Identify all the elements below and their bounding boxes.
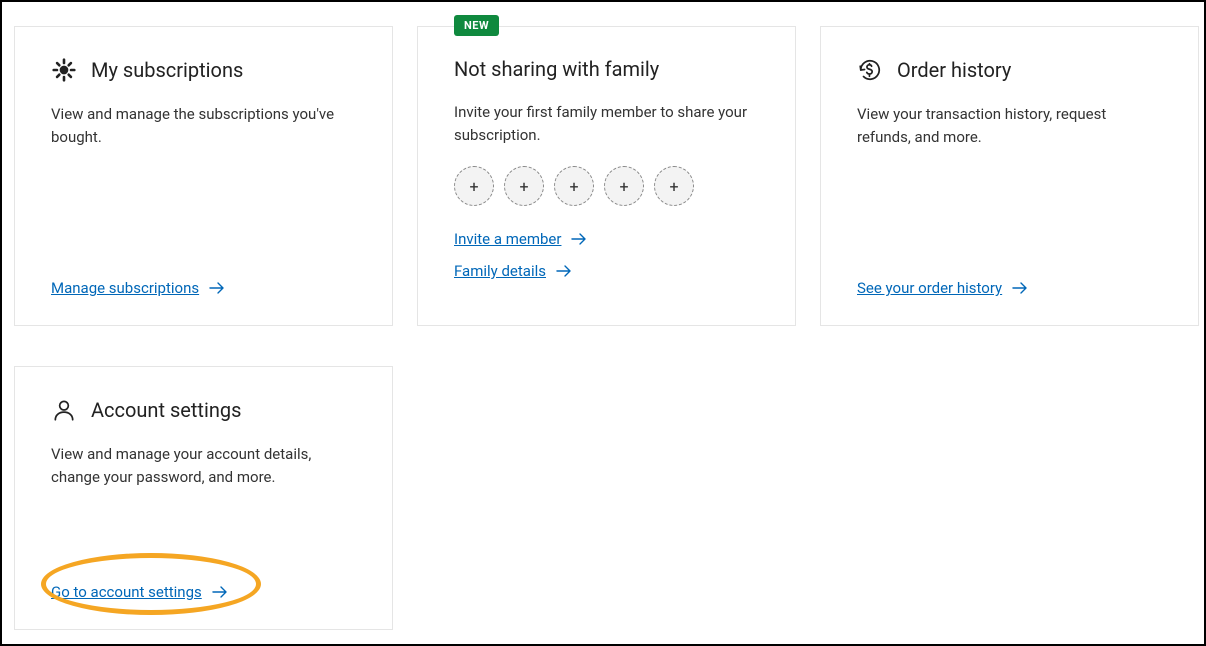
- link-label: Manage subscriptions: [51, 279, 199, 297]
- plus-icon: +: [569, 177, 578, 196]
- card-subscriptions: My subscriptions View and manage the sub…: [14, 26, 393, 326]
- card-description: View and manage the subscriptions you've…: [51, 103, 356, 148]
- link-label: Family details: [454, 262, 546, 280]
- card-order-history: Order history View your transaction hist…: [820, 26, 1199, 326]
- card-description: View your transaction history, request r…: [857, 103, 1162, 148]
- card-links: See your order history: [857, 279, 1162, 297]
- card-title: Not sharing with family: [454, 57, 659, 81]
- family-details-link[interactable]: Family details: [454, 262, 572, 280]
- link-label: Go to account settings: [51, 583, 202, 601]
- card-links: Go to account settings: [51, 583, 356, 601]
- account-settings-link[interactable]: Go to account settings: [51, 583, 228, 601]
- card-header: Order history: [857, 57, 1162, 83]
- refund-history-icon: [857, 57, 883, 83]
- add-member-slot[interactable]: +: [654, 166, 694, 206]
- arrow-right-icon: [209, 281, 225, 295]
- add-member-slot[interactable]: +: [504, 166, 544, 206]
- member-slots: + + + + +: [454, 166, 759, 206]
- invite-member-link[interactable]: Invite a member: [454, 230, 587, 248]
- person-icon: [51, 397, 77, 423]
- card-title: Account settings: [91, 398, 241, 422]
- card-header: My subscriptions: [51, 57, 356, 83]
- add-member-slot[interactable]: +: [554, 166, 594, 206]
- plus-icon: +: [469, 177, 478, 196]
- arrow-right-icon: [556, 264, 572, 278]
- arrow-right-icon: [1012, 281, 1028, 295]
- plus-icon: +: [619, 177, 628, 196]
- new-badge: NEW: [454, 15, 499, 36]
- order-history-link[interactable]: See your order history: [857, 279, 1028, 297]
- arrow-right-icon: [571, 232, 587, 246]
- add-member-slot[interactable]: +: [454, 166, 494, 206]
- card-family-sharing: NEW Not sharing with family Invite your …: [417, 26, 796, 326]
- card-title: My subscriptions: [91, 58, 243, 82]
- add-member-slot[interactable]: +: [604, 166, 644, 206]
- card-links: Invite a member Family details: [454, 230, 759, 280]
- card-grid: My subscriptions View and manage the sub…: [14, 26, 1192, 630]
- card-account-settings: Account settings View and manage your ac…: [14, 366, 393, 630]
- gear-icon: [51, 57, 77, 83]
- plus-icon: +: [669, 177, 678, 196]
- link-label: See your order history: [857, 279, 1002, 297]
- card-description: Invite your first family member to share…: [454, 101, 759, 146]
- link-label: Invite a member: [454, 230, 561, 248]
- card-header: Account settings: [51, 397, 356, 423]
- card-header: Not sharing with family: [454, 57, 759, 81]
- arrow-right-icon: [212, 585, 228, 599]
- plus-icon: +: [519, 177, 528, 196]
- card-title: Order history: [897, 58, 1011, 82]
- card-description: View and manage your account details, ch…: [51, 443, 356, 488]
- card-links: Manage subscriptions: [51, 279, 356, 297]
- page-frame: My subscriptions View and manage the sub…: [0, 0, 1206, 646]
- manage-subscriptions-link[interactable]: Manage subscriptions: [51, 279, 225, 297]
